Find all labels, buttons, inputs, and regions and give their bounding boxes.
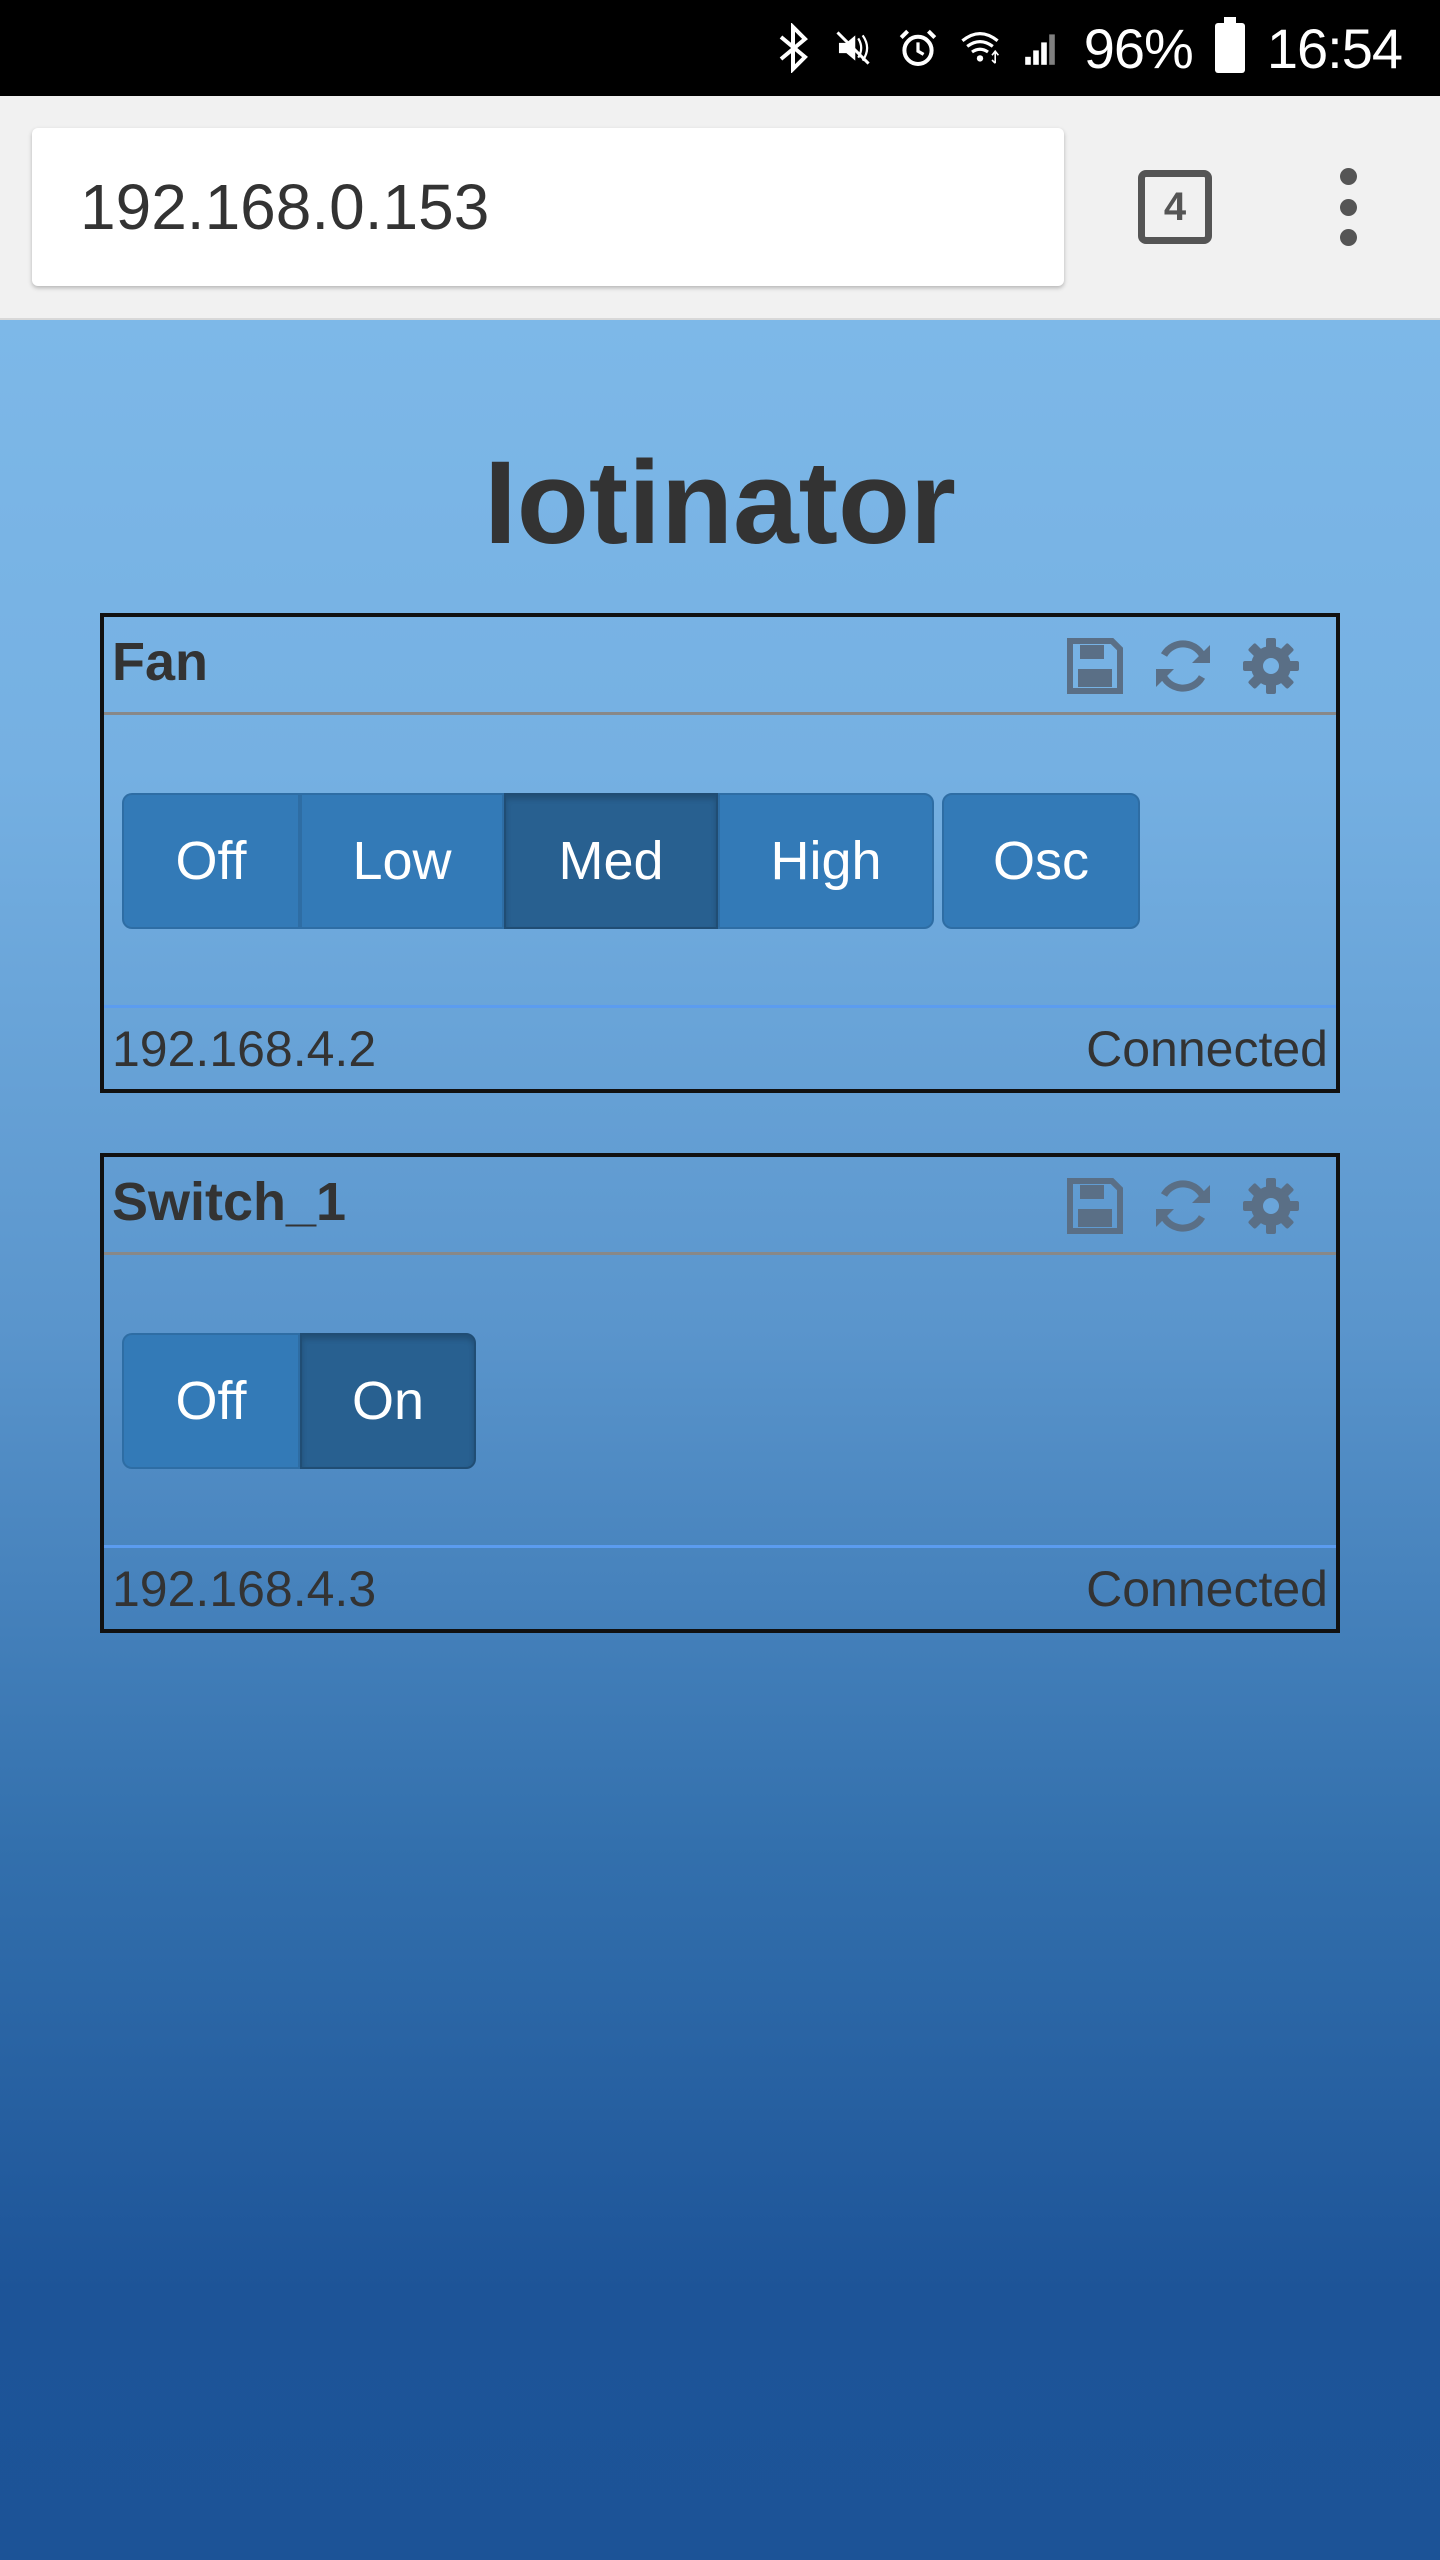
device-ip: 192.168.4.3: [112, 1561, 377, 1617]
mute-icon: [836, 23, 876, 73]
tab-count: 4: [1163, 184, 1187, 229]
card-header: Switch_1: [104, 1157, 1336, 1255]
gear-icon[interactable]: [1240, 635, 1302, 697]
switch-state-group: Off On: [122, 1333, 476, 1469]
card-footer: 192.168.4.2 Connected: [104, 1005, 1336, 1089]
fan-speed-group: Off Low Med High Osc: [122, 793, 1140, 929]
fan-med-button[interactable]: Med: [504, 793, 718, 929]
connection-status: Connected: [1086, 1561, 1328, 1617]
url-text: 192.168.0.153: [80, 171, 490, 243]
status-bar: 96% 16:54: [0, 0, 1440, 96]
battery-percent: 96%: [1083, 16, 1194, 80]
save-icon[interactable]: [1064, 635, 1126, 697]
fan-high-button[interactable]: High: [718, 793, 934, 929]
battery-icon: [1214, 17, 1245, 73]
clock: 16:54: [1266, 16, 1403, 80]
device-ip: 192.168.4.2: [112, 1021, 377, 1077]
fan-off-button[interactable]: Off: [122, 793, 300, 929]
page-content: Iotinator Fan Off Low Med High Osc 192.1…: [0, 320, 1440, 2560]
device-name: Switch_1: [112, 1172, 347, 1232]
fan-osc-button[interactable]: Osc: [942, 793, 1140, 929]
refresh-icon[interactable]: [1152, 635, 1214, 697]
alarm-icon: [898, 23, 938, 73]
browser-toolbar: 192.168.0.153 4: [0, 96, 1440, 320]
menu-dot: [1339, 198, 1357, 216]
switch-off-button[interactable]: Off: [122, 1333, 300, 1469]
device-card-fan: Fan Off Low Med High Osc 192.168.4.2 Con…: [100, 613, 1340, 1093]
menu-dot: [1339, 229, 1357, 246]
bluetooth-icon: [774, 23, 814, 73]
page-title: Iotinator: [484, 437, 956, 569]
device-card-switch-1: Switch_1 Off On 192.168.4.3 Connected: [100, 1153, 1340, 1633]
gear-icon[interactable]: [1240, 1175, 1302, 1237]
tab-switcher-button[interactable]: 4: [1138, 170, 1212, 244]
switch-on-button[interactable]: On: [300, 1333, 476, 1469]
overflow-menu-button[interactable]: [1326, 168, 1370, 246]
card-footer: 192.168.4.3 Connected: [104, 1545, 1336, 1629]
connection-status: Connected: [1086, 1021, 1328, 1077]
wifi-icon: [960, 23, 1000, 73]
menu-dot: [1339, 168, 1357, 185]
signal-icon: [1022, 23, 1062, 73]
refresh-icon[interactable]: [1152, 1175, 1214, 1237]
url-bar[interactable]: 192.168.0.153: [32, 128, 1064, 286]
save-icon[interactable]: [1064, 1175, 1126, 1237]
device-name: Fan: [112, 632, 209, 692]
card-header: Fan: [104, 617, 1336, 715]
fan-low-button[interactable]: Low: [300, 793, 504, 929]
